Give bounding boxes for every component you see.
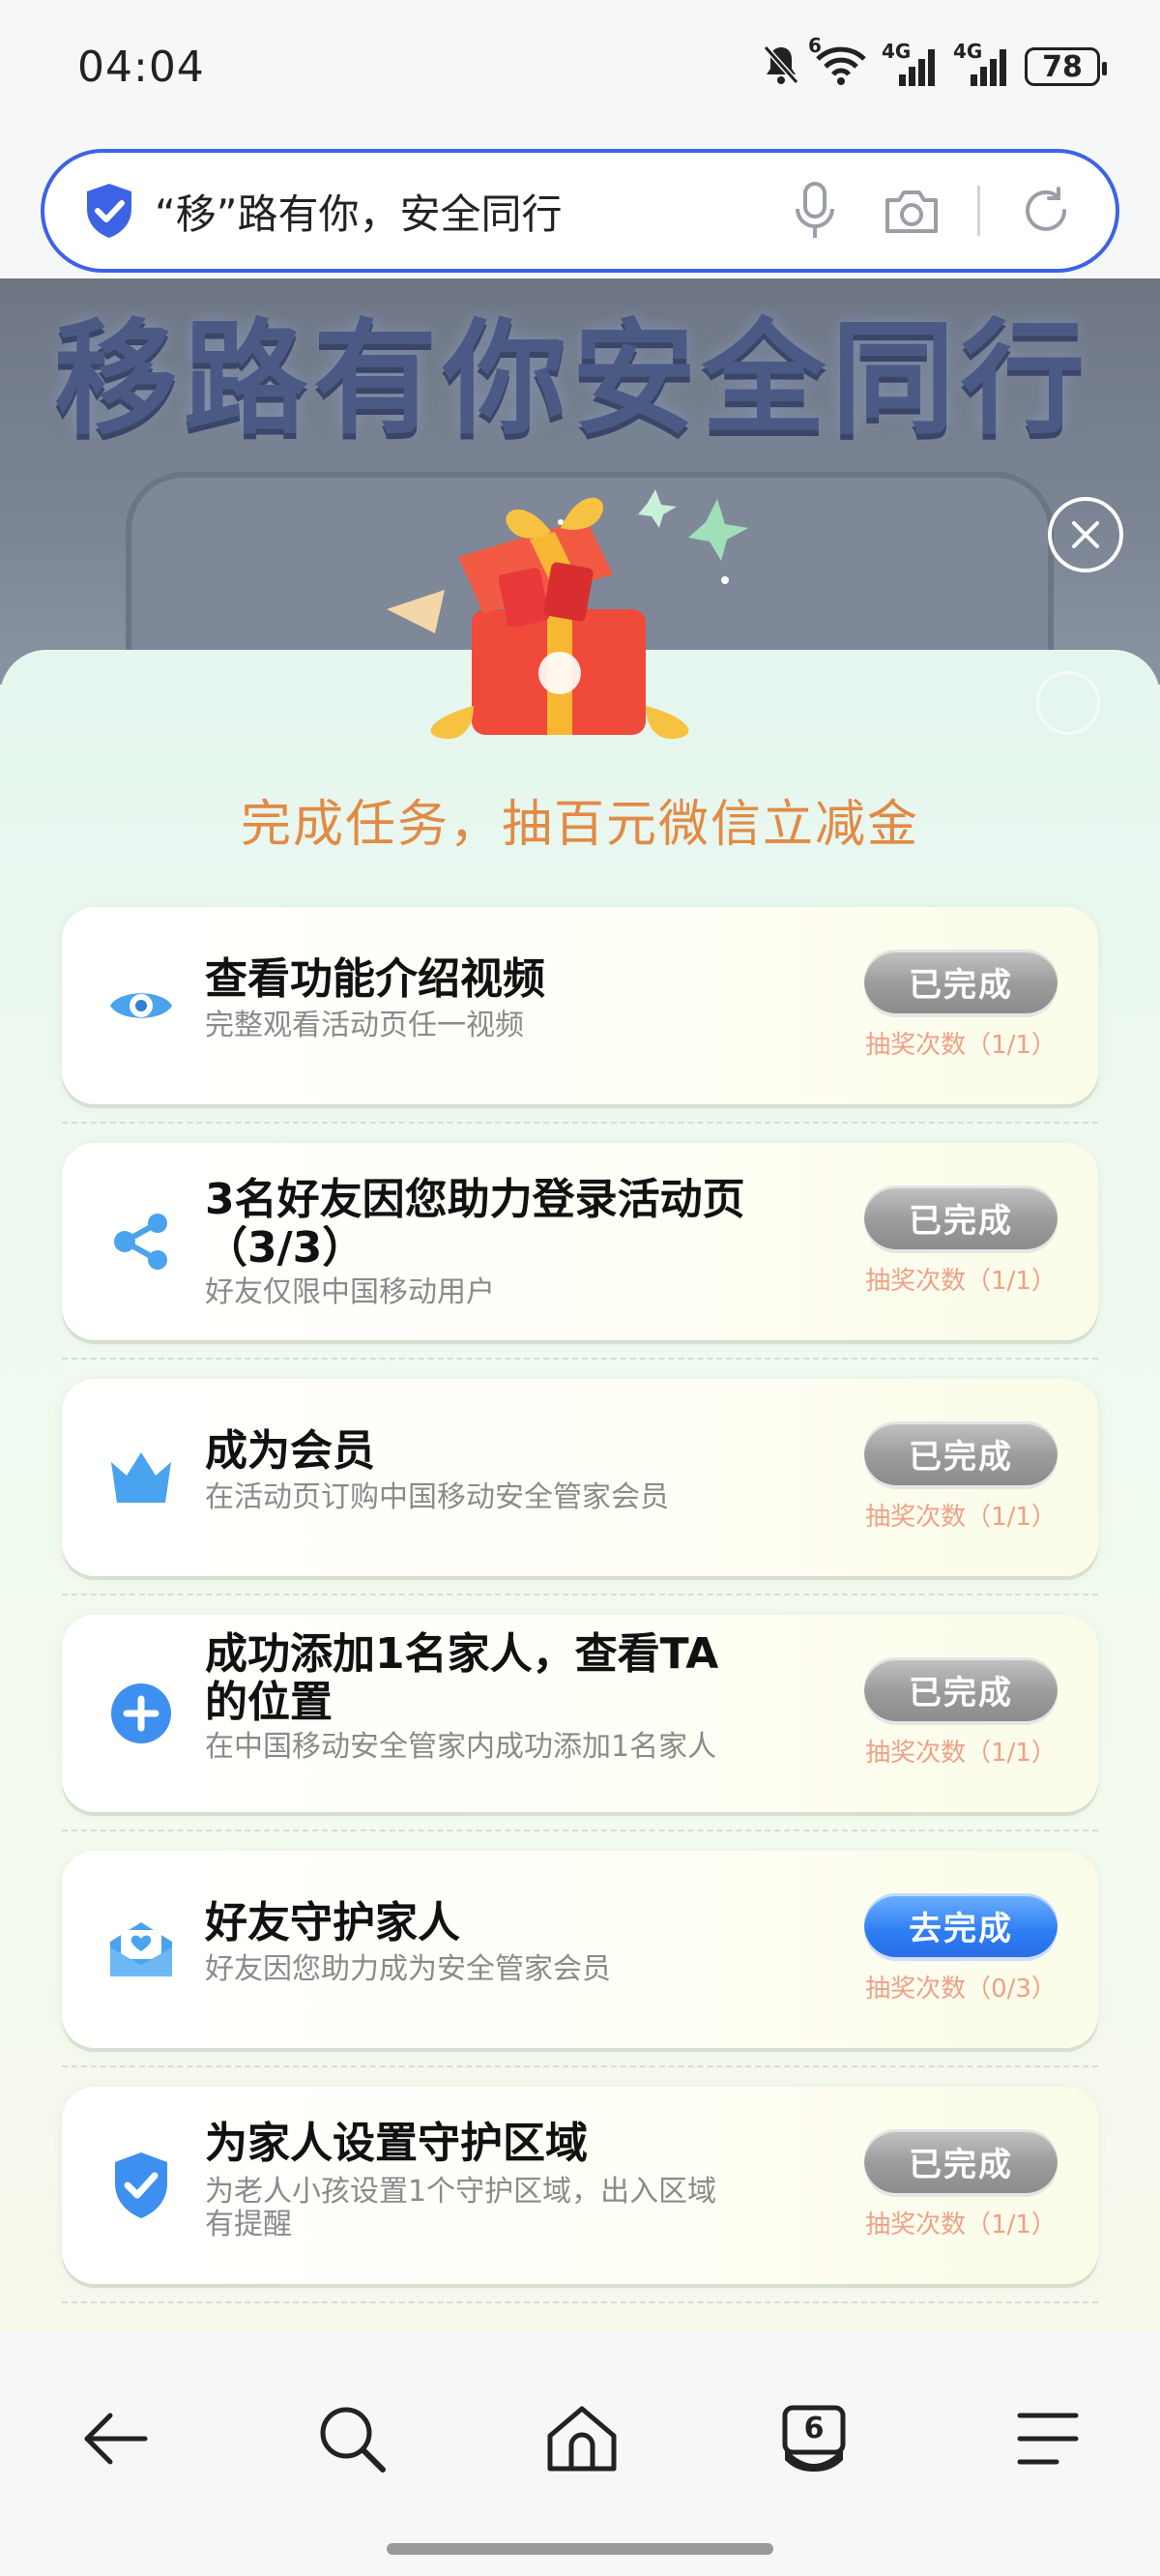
search-text[interactable]: “移”路有你，安全同行 (155, 182, 749, 241)
task-draw-count: 抽奖次数（0/3） (865, 1975, 1057, 2004)
bottom-navigation: 6 (0, 2332, 1160, 2576)
task-divider (62, 2065, 1098, 2067)
tabs-count: 6 (803, 2412, 825, 2445)
wifi-badge: 6 (808, 34, 822, 57)
home-indicator[interactable] (387, 2543, 773, 2555)
back-icon[interactable] (70, 2392, 162, 2485)
search-icon[interactable] (305, 2392, 398, 2485)
signal-4g-icon-1: 4G (882, 40, 940, 88)
mute-bell-icon (762, 44, 800, 90)
signal-4g-icon-2: 4G (953, 40, 1011, 88)
shield-icon (83, 182, 135, 240)
task-title: 为家人设置守护区域 (205, 2119, 588, 2168)
task-done-button[interactable]: 已完成 (864, 2129, 1058, 2193)
menu-icon[interactable] (1001, 2392, 1094, 2485)
task-draw-count: 抽奖次数（1/1） (865, 1739, 1057, 1768)
tabs-icon[interactable]: 6 (768, 2392, 860, 2485)
home-icon[interactable] (536, 2392, 628, 2485)
task-draw-count: 抽奖次数（1/1） (865, 1267, 1057, 1296)
status-time: 04:04 (77, 43, 205, 92)
task-divider (62, 1830, 1098, 1831)
hero-banner-text: 移路有你安全同行 (54, 307, 1091, 452)
task-draw-count: 抽奖次数（1/1） (865, 2210, 1057, 2239)
faint-close-icon (1036, 671, 1100, 735)
task-card: 3名好友因您助力登录活动页（3/3） 好友仅限中国移动用户 已完成 抽奖次数（1… (62, 1143, 1098, 1340)
task-card: 成功添加1名家人，查看TA的位置 在中国移动安全管家内成功添加1名家人 已完成 … (62, 1615, 1098, 1812)
microphone-icon[interactable] (784, 180, 846, 242)
task-divider (62, 2301, 1098, 2303)
task-subtitle: 好友仅限中国移动用户 (205, 1275, 495, 1309)
status-icons: 6 4G 4G 78 (762, 34, 1107, 91)
crown-icon (104, 1441, 178, 1514)
task-done-button[interactable]: 已完成 (864, 950, 1058, 1013)
task-divider (62, 1122, 1098, 1124)
camera-icon[interactable] (881, 180, 942, 242)
task-divider (62, 1594, 1098, 1595)
task-card: 为家人设置守护区域 为老人小孩设置1个守护区域，出入区域有提醒 已完成 抽奖次数… (62, 2087, 1098, 2284)
task-card: 好友守护家人 好友因您助力成为安全管家会员 去完成 抽奖次数（0/3） (62, 1851, 1098, 2048)
panel-title: 完成任务，抽百元微信立减金 (240, 796, 919, 854)
task-draw-count: 抽奖次数（1/1） (865, 1031, 1057, 1060)
task-title: 好友守护家人 (205, 1898, 460, 1947)
task-subtitle: 在中国移动安全管家内成功添加1名家人 (205, 1730, 717, 1764)
task-card: 查看功能介绍视频 完整观看活动页任一视频 已完成 抽奖次数（1/1） (62, 907, 1098, 1104)
task-title: 成功添加1名家人，查看TA的位置 (205, 1629, 719, 1727)
wifi-icon: 6 (808, 34, 868, 90)
task-title: 3名好友因您助力登录活动页（3/3） (205, 1175, 745, 1273)
task-done-button[interactable]: 已完成 (864, 1421, 1058, 1485)
status-bar: 04:04 6 4G 4G 78 (0, 0, 1160, 143)
gift-box-illustration (358, 464, 802, 754)
task-subtitle: 完整观看活动页任一视频 (205, 1009, 524, 1042)
search-bar[interactable]: “移”路有你，安全同行 (41, 149, 1119, 273)
task-subtitle: 在活动页订购中国移动安全管家会员 (205, 1480, 669, 1514)
task-card: 成为会员 在活动页订购中国移动安全管家会员 已完成 抽奖次数（1/1） (62, 1379, 1098, 1576)
search-divider (977, 186, 980, 236)
heart-mail-icon (104, 1913, 178, 1986)
close-icon[interactable] (1048, 497, 1123, 572)
task-draw-count: 抽奖次数（1/1） (865, 1503, 1057, 1532)
task-done-button[interactable]: 已完成 (864, 1186, 1058, 1249)
task-subtitle: 为老人小孩设置1个守护区域，出入区域有提醒 (205, 2175, 717, 2241)
task-title: 查看功能介绍视频 (205, 954, 545, 1004)
share-icon (104, 1205, 178, 1278)
search-area: “移”路有你，安全同行 (0, 143, 1160, 278)
task-panel: 完成任务，抽百元微信立减金 查看功能介绍视频 完整观看活动页任一视频 已完成 抽… (0, 650, 1160, 2332)
refresh-icon[interactable] (1015, 180, 1077, 242)
task-subtitle: 好友因您助力成为安全管家会员 (205, 1952, 611, 1986)
task-done-button[interactable]: 已完成 (864, 1657, 1058, 1721)
battery-icon: 78 (1025, 47, 1107, 86)
eye-icon (104, 969, 178, 1042)
task-divider (62, 1358, 1098, 1360)
plus-icon (104, 1677, 178, 1750)
task-title: 成为会员 (205, 1426, 375, 1476)
shield-check-icon (104, 2149, 178, 2222)
task-go-button[interactable]: 去完成 (864, 1893, 1058, 1957)
